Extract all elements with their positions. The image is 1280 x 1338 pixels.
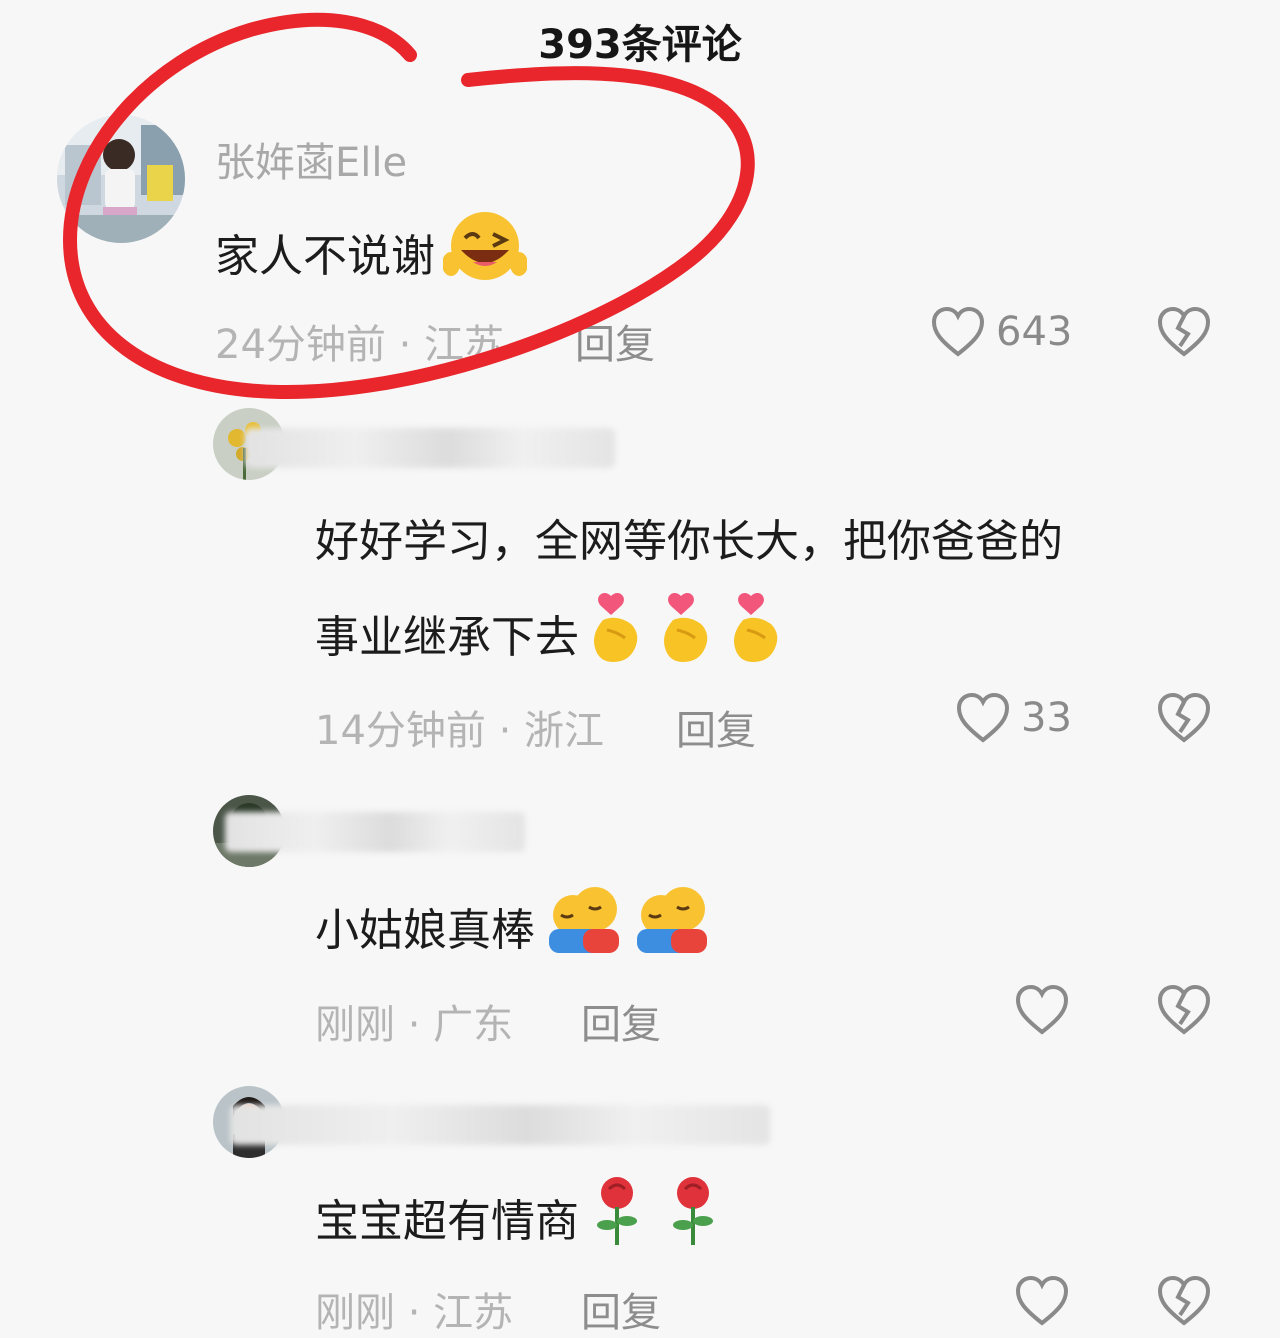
heart-icon bbox=[1015, 984, 1069, 1035]
comment-text: 宝宝超有情商 bbox=[315, 1175, 723, 1258]
heart-icon bbox=[931, 306, 985, 357]
avatar[interactable] bbox=[57, 115, 185, 243]
rose-icon bbox=[663, 1175, 723, 1258]
comment-time-location: 刚刚 · 江苏 bbox=[315, 1290, 514, 1336]
dislike-button[interactable] bbox=[1156, 306, 1212, 362]
comment-text: 家人不说谢 bbox=[215, 210, 528, 293]
comment-time-location: 14分钟前 · 浙江 bbox=[315, 708, 605, 754]
username-blurred bbox=[230, 1105, 770, 1145]
comment-text-content: 家人不说谢 bbox=[215, 230, 435, 282]
comment-text-line2: 事业继承下去 bbox=[315, 590, 789, 675]
broken-heart-icon bbox=[1157, 1275, 1211, 1326]
comment-text-content: 小姑娘真棒 bbox=[315, 904, 535, 956]
finger-heart-icon bbox=[727, 590, 789, 675]
comment-text: 小姑娘真棒 bbox=[315, 885, 711, 966]
username-blurred bbox=[225, 812, 525, 852]
dislike-button[interactable] bbox=[1156, 692, 1212, 748]
broken-heart-icon bbox=[1157, 692, 1211, 743]
like-button[interactable]: 33 bbox=[955, 692, 1072, 744]
hugging-face-icon bbox=[631, 885, 711, 966]
broken-heart-icon bbox=[1157, 306, 1211, 357]
comment-time-location: 24分钟前 · 江苏 bbox=[215, 322, 505, 368]
broken-heart-icon bbox=[1157, 984, 1211, 1035]
reply-button[interactable]: 回复 bbox=[575, 312, 655, 370]
reply-button[interactable]: 回复 bbox=[581, 992, 661, 1050]
username[interactable]: 张姩菡Elle bbox=[215, 130, 407, 188]
rose-icon bbox=[587, 1175, 647, 1258]
finger-heart-icon bbox=[587, 590, 649, 675]
like-count: 33 bbox=[1021, 695, 1072, 741]
dislike-button[interactable] bbox=[1156, 984, 1212, 1040]
dislike-button[interactable] bbox=[1156, 1275, 1212, 1331]
comments-count-title: 393条评论 bbox=[538, 22, 742, 68]
like-button[interactable] bbox=[1014, 1275, 1080, 1327]
reply-button[interactable]: 回复 bbox=[581, 1280, 661, 1338]
like-button[interactable]: 643 bbox=[930, 306, 1072, 358]
grinning-squint-icon bbox=[442, 210, 528, 293]
like-button[interactable] bbox=[1014, 984, 1080, 1036]
comment-text: 好好学习，全网等你长大，把你爸爸的 bbox=[315, 516, 1063, 567]
reply-button[interactable]: 回复 bbox=[676, 698, 756, 756]
hugging-face-icon bbox=[543, 885, 623, 966]
heart-icon bbox=[1015, 1275, 1069, 1326]
username-blurred bbox=[245, 428, 615, 468]
like-count: 643 bbox=[996, 309, 1073, 355]
comment-text-content: 事业继承下去 bbox=[315, 611, 579, 663]
comment-time-location: 刚刚 · 广东 bbox=[315, 1002, 514, 1048]
heart-icon bbox=[956, 692, 1010, 743]
finger-heart-icon bbox=[657, 590, 719, 675]
comment-text-content: 宝宝超有情商 bbox=[315, 1195, 579, 1247]
